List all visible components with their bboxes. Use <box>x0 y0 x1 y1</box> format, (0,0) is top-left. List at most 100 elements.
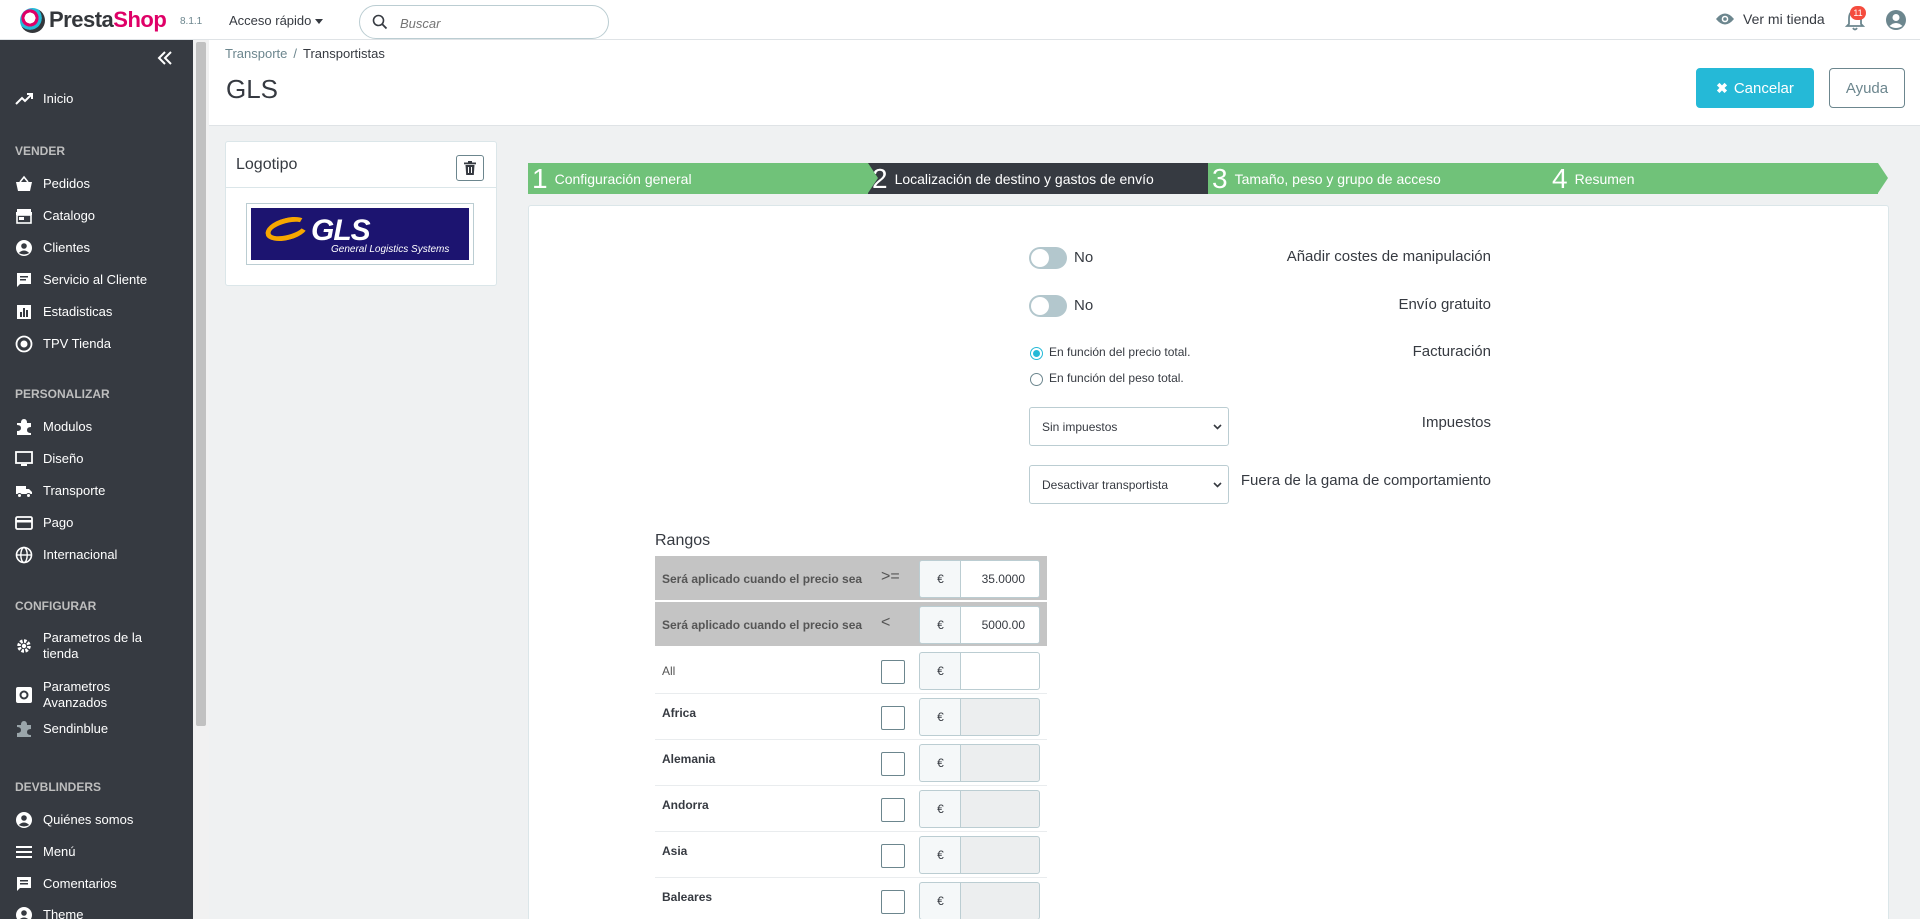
zone-checkbox[interactable] <box>881 890 905 914</box>
sidebar-section-configurar: CONFIGURAR <box>15 599 97 613</box>
sidebar-item-clientes[interactable]: Clientes <box>15 239 90 257</box>
currency-addon: € <box>919 744 961 782</box>
zone-checkbox[interactable] <box>881 752 905 776</box>
sidebar-item-transporte[interactable]: Transporte <box>15 482 105 500</box>
zone-checkbox[interactable] <box>881 706 905 730</box>
handling-costs-label: Añadir costes de manipulación <box>1286 248 1491 265</box>
step-4[interactable]: 4 Resumen <box>1548 163 1888 194</box>
breadcrumb-transporte[interactable]: Transporte <box>225 46 287 61</box>
tax-select-value: Sin impuestos <box>1042 420 1118 434</box>
sidebar-item-inicio[interactable]: Inicio <box>15 90 73 108</box>
sidebar-item-theme[interactable]: Theme <box>15 906 83 919</box>
range-operator: >= <box>881 568 900 585</box>
settings-box-icon <box>16 687 32 703</box>
billing-by-weight-radio[interactable] <box>1030 373 1043 386</box>
currency-addon: € <box>919 836 961 874</box>
range-min-input[interactable] <box>960 560 1040 598</box>
sidebar-item-catalogo[interactable]: Catalogo <box>15 207 95 225</box>
chat-icon <box>17 273 31 287</box>
truck-icon <box>16 486 32 498</box>
collapse-sidebar-icon[interactable] <box>157 51 173 65</box>
out-of-range-select[interactable]: Desactivar transportista <box>1029 465 1229 504</box>
zone-checkbox[interactable] <box>881 844 905 868</box>
zone-price-input <box>960 698 1040 736</box>
sidebar: Inicio VENDER Pedidos Catalogo Clientes … <box>0 40 193 919</box>
zone-row: Alemania € <box>655 740 1047 786</box>
sidebar-item-tpv-tienda[interactable]: TPV Tienda <box>15 335 111 353</box>
delete-logo-button[interactable] <box>456 155 484 181</box>
sidebar-item-sendinblue[interactable]: Sendinblue <box>15 720 108 738</box>
currency-addon: € <box>919 882 961 919</box>
step-arrow <box>1878 163 1888 193</box>
step-3[interactable]: 3 Tamaño, peso y grupo de acceso <box>1208 163 1558 194</box>
free-shipping-switch[interactable] <box>1029 295 1067 317</box>
sidebar-item-servicio-cliente[interactable]: Servicio al Cliente <box>15 271 147 289</box>
search-box[interactable] <box>359 5 609 39</box>
sidebar-item-estadisticas[interactable]: Estadisticas <box>15 303 112 321</box>
range-row-min: Será aplicado cuando el precio sea >= € <box>655 556 1047 602</box>
range-operator: < <box>881 614 891 631</box>
billing-by-weight-label[interactable]: En función del peso total. <box>1049 371 1184 385</box>
tax-label: Impuestos <box>1421 414 1491 431</box>
sidebar-item-menu[interactable]: Menú <box>15 843 76 861</box>
notification-badge: 11 <box>1850 6 1866 20</box>
gear-icon <box>17 639 31 653</box>
prestashop-logo[interactable]: PrestaShop <box>20 7 167 33</box>
zone-price-input[interactable] <box>960 652 1040 690</box>
currency-addon: € <box>919 560 961 598</box>
account-circle-icon <box>16 812 32 828</box>
zone-checkbox[interactable] <box>881 798 905 822</box>
comment-icon <box>17 877 31 891</box>
globe-icon <box>15 546 33 564</box>
billing-by-price-label[interactable]: En función del precio total. <box>1049 345 1190 359</box>
currency-addon: € <box>919 698 961 736</box>
account-circle-icon[interactable] <box>1885 9 1907 31</box>
page-header: Transporte / Transportistas GLS ✖ Cancelar … <box>209 40 1920 126</box>
sidebar-item-pago[interactable]: Pago <box>15 514 73 532</box>
zone-checkbox[interactable] <box>881 660 905 684</box>
sidebar-item-quienes-somos[interactable]: Quiénes somos <box>15 811 133 829</box>
sidebar-item-internacional[interactable]: Internacional <box>15 546 117 564</box>
sidebar-item-parametros-tienda[interactable]: Parametros de la tienda <box>15 630 155 662</box>
puzzle-icon <box>17 721 31 737</box>
quick-access-dropdown[interactable]: Acceso rápido <box>229 13 324 28</box>
chevron-down-icon <box>1213 424 1222 430</box>
tax-select[interactable]: Sin impuestos <box>1029 407 1229 446</box>
account-circle-icon <box>16 240 32 256</box>
handling-costs-value: No <box>1074 249 1094 266</box>
handling-costs-switch[interactable] <box>1029 247 1067 269</box>
scrollbar-thumb[interactable] <box>196 42 206 726</box>
view-shop-link[interactable]: Ver mi tienda <box>1715 11 1825 27</box>
sidebar-item-diseno[interactable]: Diseño <box>15 450 83 468</box>
eye-icon <box>1716 13 1734 25</box>
trending-up-icon <box>15 93 33 105</box>
currency-addon: € <box>919 790 961 828</box>
version-label: 8.1.1 <box>180 16 203 27</box>
prestashop-logo-icon <box>20 7 45 33</box>
account-circle-icon <box>16 907 32 919</box>
breadcrumb-separator: / <box>293 46 298 61</box>
billing-by-price-radio[interactable] <box>1030 347 1043 360</box>
search-input[interactable] <box>400 13 600 33</box>
sidebar-item-parametros-avanzados[interactable]: Parametros Avanzados <box>15 679 155 711</box>
help-button[interactable]: Ayuda <box>1829 68 1905 108</box>
trash-icon <box>464 161 476 175</box>
brand-name: PrestaShop <box>49 7 167 32</box>
cancel-button[interactable]: ✖ Cancelar <box>1696 68 1814 108</box>
view-shop-label: Ver mi tienda <box>1743 11 1825 27</box>
free-shipping-value: No <box>1074 297 1094 314</box>
wizard-steps: 1 Configuración general 2 Localización de … <box>528 163 1888 195</box>
sidebar-item-pedidos[interactable]: Pedidos <box>15 175 90 193</box>
sidebar-item-comentarios[interactable]: Comentarios <box>15 875 117 893</box>
chevron-down-icon <box>1213 482 1222 488</box>
gls-logo-image: GLS General Logistics Systems <box>251 208 469 260</box>
range-max-input[interactable] <box>960 606 1040 644</box>
out-of-range-label: Fuera de la gama de comportamiento <box>1240 472 1491 489</box>
range-row-max: Será aplicado cuando el precio sea < € <box>655 602 1047 648</box>
zone-price-input <box>960 836 1040 874</box>
step-1[interactable]: 1 Configuración general <box>528 163 878 194</box>
ranges-title: Rangos <box>655 532 711 549</box>
step-2-active[interactable]: 2 Localización de destino y gastos de env… <box>868 163 1218 194</box>
sidebar-item-modulos[interactable]: Modulos <box>15 418 92 436</box>
sidebar-scrollbar[interactable] <box>193 40 209 919</box>
